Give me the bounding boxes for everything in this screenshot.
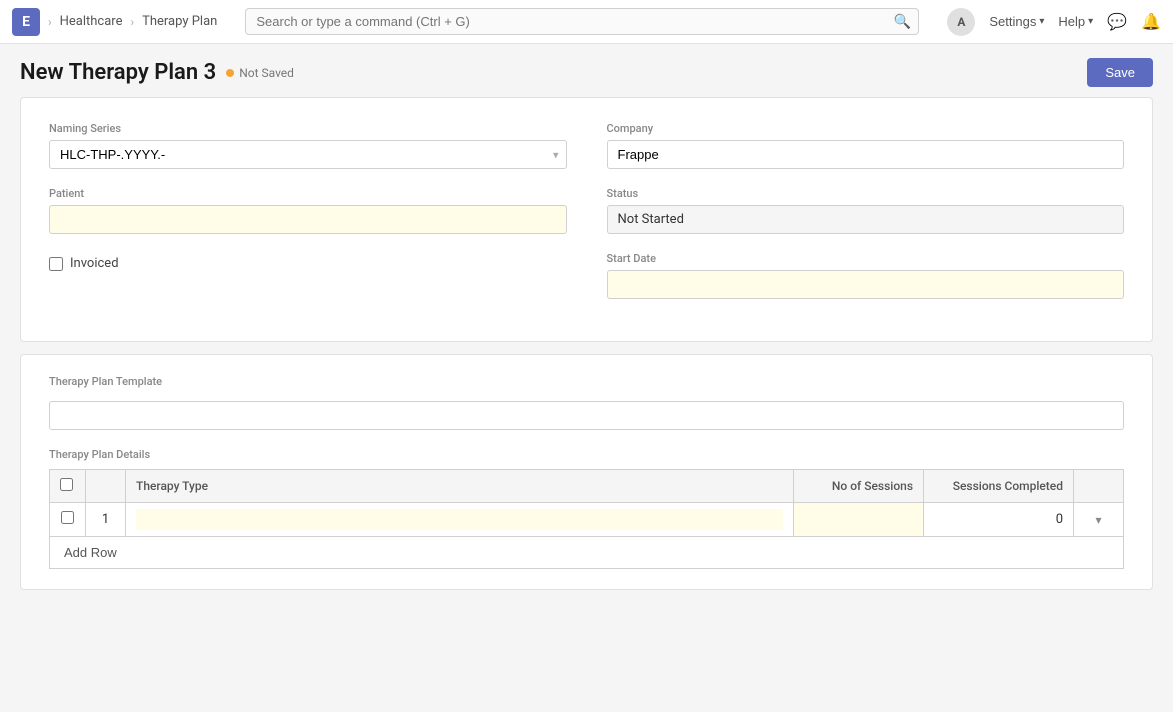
search-input[interactable] xyxy=(245,8,919,35)
th-actions xyxy=(1074,470,1124,503)
help-button[interactable]: Help ▾ xyxy=(1058,14,1093,29)
naming-series-label: Naming Series xyxy=(49,122,567,135)
th-select-all xyxy=(50,470,86,503)
navbar-actions: A Settings ▾ Help ▾ 💬 🔔 xyxy=(947,8,1161,36)
naming-series-select[interactable]: HLC-THP-.YYYY.- xyxy=(49,140,567,169)
invoiced-group: Invoiced xyxy=(49,252,567,299)
th-therapy-type: Therapy Type xyxy=(126,470,794,503)
company-label: Company xyxy=(607,122,1125,135)
table-header-row: Therapy Type No of Sessions Sessions Com… xyxy=(50,470,1124,503)
therapy-plan-section-card: Therapy Plan Template Therapy Plan Detai… xyxy=(20,354,1153,590)
breadcrumb-therapy-plan[interactable]: Therapy Plan xyxy=(142,14,217,29)
select-all-checkbox[interactable] xyxy=(60,478,73,491)
status-label: Status xyxy=(607,187,1125,200)
search-icon: 🔍 xyxy=(894,14,911,30)
add-row-cell: Add Row xyxy=(50,537,1124,569)
form-row-2: Patient Status Not Started xyxy=(49,187,1124,234)
page-title: New Therapy Plan 3 xyxy=(20,60,216,85)
add-row-button[interactable]: Add Row xyxy=(50,537,131,568)
breadcrumb-healthcare[interactable]: Healthcare xyxy=(60,14,123,29)
not-saved-badge: Not Saved xyxy=(226,66,294,80)
page-header: New Therapy Plan 3 Not Saved Save xyxy=(0,44,1173,97)
form-card-main: Naming Series HLC-THP-.YYYY.- ▾ Company … xyxy=(20,97,1153,342)
patient-input[interactable] xyxy=(49,205,567,234)
status-group: Status Not Started xyxy=(607,187,1125,234)
therapy-details-table: Therapy Type No of Sessions Sessions Com… xyxy=(49,469,1124,569)
naming-series-group: Naming Series HLC-THP-.YYYY.- ▾ xyxy=(49,122,567,169)
template-group: Therapy Plan Template xyxy=(49,375,1124,430)
template-label: Therapy Plan Template xyxy=(49,375,1124,388)
patient-group: Patient xyxy=(49,187,567,234)
invoiced-checkbox-row: Invoiced xyxy=(49,256,567,271)
form-row-1: Naming Series HLC-THP-.YYYY.- ▾ Company xyxy=(49,122,1124,169)
status-value: Not Started xyxy=(607,205,1125,234)
invoiced-label: Invoiced xyxy=(70,256,119,271)
start-date-group: Start Date xyxy=(607,252,1125,299)
patient-label: Patient xyxy=(49,187,567,200)
row-1-dropdown-button[interactable]: ▾ xyxy=(1089,511,1107,529)
chat-icon[interactable]: 💬 xyxy=(1107,12,1127,31)
help-dropdown-arrow: ▾ xyxy=(1088,16,1093,27)
page-title-row: New Therapy Plan 3 Not Saved xyxy=(20,60,294,85)
row-1-sessions-completed-cell: 0 xyxy=(924,503,1074,537)
breadcrumb-sep-1: › xyxy=(48,15,52,29)
start-date-input[interactable] xyxy=(607,270,1125,299)
row-1-therapy-type-cell xyxy=(126,503,794,537)
invoiced-checkbox[interactable] xyxy=(49,257,63,271)
avatar[interactable]: A xyxy=(947,8,975,36)
notification-icon[interactable]: 🔔 xyxy=(1141,12,1161,31)
table-row: 1 0 ▾ xyxy=(50,503,1124,537)
company-input[interactable] xyxy=(607,140,1125,169)
row-1-therapy-type-input[interactable] xyxy=(136,509,783,530)
th-sessions-completed: Sessions Completed xyxy=(924,470,1074,503)
form-row-3: Invoiced Start Date xyxy=(49,252,1124,299)
settings-dropdown-arrow: ▾ xyxy=(1039,16,1044,27)
row-1-no-of-sessions-cell xyxy=(794,503,924,537)
details-label: Therapy Plan Details xyxy=(49,448,1124,461)
search-bar: 🔍 xyxy=(245,8,919,35)
row-1-idx: 1 xyxy=(86,503,126,537)
th-idx xyxy=(86,470,126,503)
row-1-checkbox-cell xyxy=(50,503,86,537)
row-1-checkbox[interactable] xyxy=(61,511,74,524)
save-button[interactable]: Save xyxy=(1087,58,1153,87)
start-date-label: Start Date xyxy=(607,252,1125,265)
company-group: Company xyxy=(607,122,1125,169)
settings-button[interactable]: Settings ▾ xyxy=(989,14,1044,29)
template-input[interactable] xyxy=(49,401,1124,430)
naming-series-select-wrapper: HLC-THP-.YYYY.- ▾ xyxy=(49,140,567,169)
main-content: Naming Series HLC-THP-.YYYY.- ▾ Company … xyxy=(0,97,1173,622)
brand-logo: E xyxy=(12,8,40,36)
not-saved-dot xyxy=(226,69,234,77)
navbar: E › Healthcare › Therapy Plan 🔍 A Settin… xyxy=(0,0,1173,44)
th-no-of-sessions: No of Sessions xyxy=(794,470,924,503)
row-1-action-cell: ▾ xyxy=(1074,503,1124,537)
add-row-row: Add Row xyxy=(50,537,1124,569)
breadcrumb-sep-2: › xyxy=(130,15,134,29)
not-saved-label: Not Saved xyxy=(239,66,294,80)
